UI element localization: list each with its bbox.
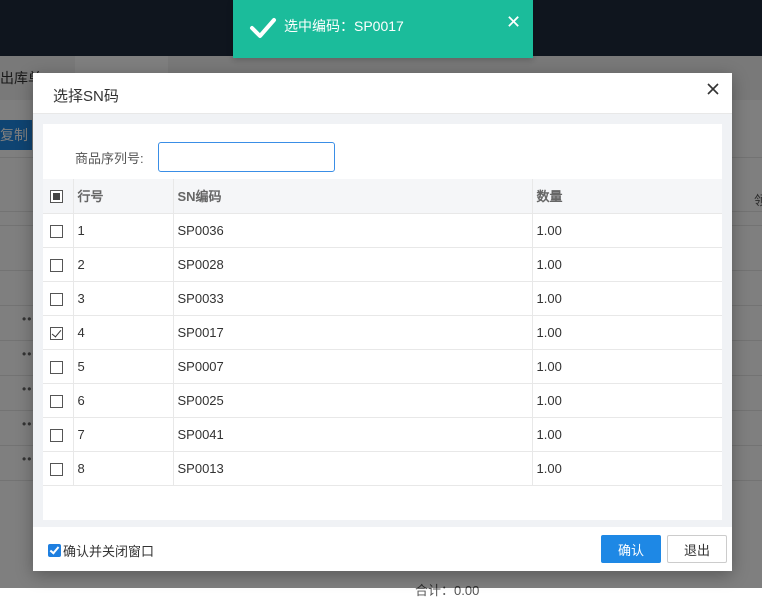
confirm-close-checkbox[interactable]: 确认并关闭窗口: [48, 541, 154, 560]
table-row[interactable]: 4 SP0017 1.00: [43, 315, 722, 350]
dialog-body: 商品序列号: 行号 SN编码 数量 1 SP0036 1.00 2 SP0028 1.00…: [33, 114, 732, 527]
row-line-number: 2: [73, 247, 174, 282]
dialog-header: 选择SN码: [33, 73, 732, 114]
row-checkbox-cell[interactable]: [43, 281, 74, 316]
row-quantity: 1.00: [532, 451, 722, 486]
confirm-button[interactable]: 确认: [601, 535, 661, 563]
table-row[interactable]: 3 SP0033 1.00: [43, 281, 722, 316]
table-row[interactable]: 6 SP0025 1.00: [43, 383, 722, 418]
row-checkbox-cell[interactable]: [43, 417, 74, 452]
table-row[interactable]: 7 SP0041 1.00: [43, 417, 722, 452]
table-body: 1 SP0036 1.00 2 SP0028 1.00 3 SP0033 1.00 4 SP0017…: [43, 213, 722, 486]
row-line-number: 6: [73, 383, 174, 418]
toast-notification: 选中编码：SP0017 ✕: [233, 0, 533, 58]
row-quantity: 1.00: [532, 315, 722, 350]
row-checkbox-cell[interactable]: [43, 383, 74, 418]
row-checkbox-cell[interactable]: [43, 349, 74, 384]
row-checkbox-cell[interactable]: [43, 451, 74, 486]
row-sn-code: SP0041: [173, 417, 533, 452]
row-quantity: 1.00: [532, 383, 722, 418]
row-sn-code: SP0025: [173, 383, 533, 418]
exit-button[interactable]: 退出: [667, 535, 727, 563]
checkbox-checked-icon[interactable]: [48, 544, 61, 557]
row-line-number: 5: [73, 349, 174, 384]
serial-search-label: 商品序列号:: [75, 151, 144, 166]
row-sn-code: SP0007: [173, 349, 533, 384]
close-icon[interactable]: [705, 81, 721, 97]
row-sn-code: SP0036: [173, 213, 533, 248]
row-checkbox-cell[interactable]: [43, 213, 74, 248]
row-checkbox[interactable]: [50, 224, 63, 238]
row-checkbox[interactable]: [50, 326, 63, 340]
table-row[interactable]: 1 SP0036 1.00: [43, 213, 722, 248]
row-quantity: 1.00: [532, 349, 722, 384]
row-sn-code: SP0017: [173, 315, 533, 350]
row-checkbox[interactable]: [50, 428, 63, 442]
row-sn-code: SP0033: [173, 281, 533, 316]
dialog-title: 选择SN码: [53, 88, 119, 105]
table-row[interactable]: 2 SP0028 1.00: [43, 247, 722, 282]
row-quantity: 1.00: [532, 213, 722, 248]
table-header-row: 行号 SN编码 数量: [43, 179, 722, 214]
row-line-number: 4: [73, 315, 174, 350]
column-header-sn: SN编码: [173, 179, 533, 214]
row-checkbox[interactable]: [50, 292, 63, 306]
table-row[interactable]: 5 SP0007 1.00: [43, 349, 722, 384]
dialog-footer: 确认并关闭窗口 确认 退出: [33, 528, 732, 571]
row-quantity: 1.00: [532, 247, 722, 282]
dialog-panel: 商品序列号: 行号 SN编码 数量 1 SP0036 1.00 2 SP0028 1.00…: [43, 124, 722, 520]
check-icon: [250, 18, 276, 38]
select-all-cell[interactable]: [43, 179, 74, 214]
row-line-number: 8: [73, 451, 174, 486]
serial-search-input[interactable]: [158, 142, 335, 172]
column-header-qty: 数量: [532, 179, 722, 214]
row-checkbox[interactable]: [50, 258, 63, 272]
row-checkbox-cell[interactable]: [43, 315, 74, 350]
toast-message: 选中编码：SP0017: [284, 18, 404, 34]
row-sn-code: SP0028: [173, 247, 533, 282]
row-quantity: 1.00: [532, 417, 722, 452]
row-line-number: 7: [73, 417, 174, 452]
row-checkbox[interactable]: [50, 462, 63, 476]
column-header-line: 行号: [73, 179, 174, 214]
select-sn-dialog: 选择SN码 商品序列号: 行号 SN编码 数量 1SP0036 1.00 2 S…: [33, 73, 732, 571]
table-row[interactable]: 8 SP0013 1.00: [43, 451, 722, 486]
sn-table: 行号 SN编码 数量 1 SP0036 1.00 2 SP0028 1.00 3 SP0033…: [43, 179, 722, 486]
row-checkbox[interactable]: [50, 360, 63, 374]
row-sn-code: SP0013: [173, 451, 533, 486]
close-icon[interactable]: ✕: [506, 12, 521, 33]
row-quantity: 1.00: [532, 281, 722, 316]
row-checkbox-cell[interactable]: [43, 247, 74, 282]
row-checkbox[interactable]: [50, 394, 63, 408]
confirm-close-label: 确认并关闭窗口: [63, 544, 155, 559]
select-all-checkbox[interactable]: [50, 190, 63, 204]
row-line-number: 1: [73, 213, 174, 248]
row-line-number: 3: [73, 281, 174, 316]
